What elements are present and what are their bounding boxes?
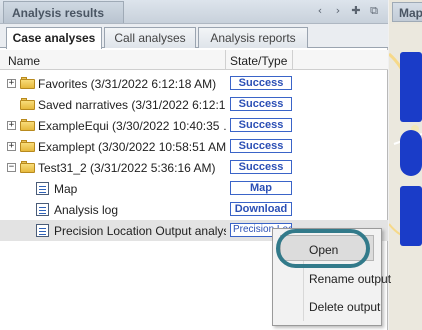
header-icons: ‹ › ✚ ⧉ [314, 4, 380, 18]
column-state-type[interactable]: State/Type [230, 54, 287, 68]
highlight-ring [276, 229, 370, 268]
column-header: Name State/Type [0, 50, 388, 70]
restore-icon[interactable]: ⧉ [368, 4, 380, 18]
tab-call-analyses[interactable]: Call analyses [104, 27, 196, 48]
tree-row-label: ExampleEqui (3/30/2022 10:40:35 … [38, 119, 226, 133]
collapse-icon[interactable]: − [7, 163, 16, 172]
tree-row[interactable]: + ExampleEqui (3/30/2022 10:40:35 … Succ… [0, 115, 388, 136]
panel-title: Analysis results [3, 1, 124, 23]
status-badge[interactable]: Success [230, 97, 292, 111]
expand-icon[interactable]: + [7, 121, 16, 130]
folder-icon [20, 98, 35, 110]
tree-row-label: Test31_2 (3/31/2022 5:36:16 AM) [38, 161, 216, 175]
folder-icon [20, 140, 35, 152]
tree-row[interactable]: Map Map [0, 178, 388, 199]
tree-row[interactable]: Saved narratives (3/31/2022 6:12:1… Succ… [0, 94, 388, 115]
tab-case-analyses[interactable]: Case analyses [6, 27, 102, 49]
zoom-globe-icon[interactable] [400, 130, 422, 176]
column-name[interactable]: Name [8, 54, 40, 68]
type-badge[interactable]: Map [230, 181, 292, 195]
tree-row-label: Examplept (3/30/2022 10:58:51 AM) [38, 140, 226, 154]
chevron-right-icon[interactable]: › [332, 4, 344, 18]
map-tab[interactable]: Map [392, 2, 422, 22]
status-badge[interactable]: Success [230, 160, 292, 174]
tree-row[interactable]: Analysis log Download [0, 199, 388, 220]
menu-item-delete-output[interactable]: Delete output [309, 300, 380, 314]
tree-row[interactable]: + Favorites (3/31/2022 6:12:18 AM) Succe… [0, 73, 388, 94]
output-icon [36, 182, 49, 195]
layers-tool-icon[interactable] [400, 186, 422, 246]
pin-icon[interactable]: ✚ [350, 4, 362, 18]
folder-icon [20, 77, 35, 89]
tree-row-label: Analysis log [54, 203, 119, 217]
status-badge[interactable]: Success [230, 139, 292, 153]
expand-icon[interactable]: + [7, 142, 16, 151]
output-icon [36, 224, 49, 237]
folder-open-icon [20, 161, 35, 173]
tree-row-label: Saved narratives (3/31/2022 6:12:1… [38, 98, 226, 112]
tab-bar: Case analyses Call analyses Analysis rep… [0, 24, 388, 49]
folder-icon [20, 119, 35, 131]
status-badge[interactable]: Success [230, 118, 292, 132]
status-badge[interactable]: Success [230, 76, 292, 90]
tree-row-label: Precision Location Output analysis [54, 224, 226, 238]
panel-header: Analysis results ‹ › ✚ ⧉ [0, 0, 388, 24]
tab-analysis-reports[interactable]: Analysis reports [198, 27, 308, 48]
download-badge[interactable]: Download [230, 202, 292, 216]
expand-icon[interactable]: + [7, 79, 16, 88]
tree-row[interactable]: + Examplept (3/30/2022 10:58:51 AM) Succ… [0, 136, 388, 157]
menu-item-rename-output[interactable]: Rename output [309, 272, 391, 286]
output-icon [36, 203, 49, 216]
tree-row[interactable]: − Test31_2 (3/31/2022 5:36:16 AM) Succes… [0, 157, 388, 178]
pan-control-icon[interactable] [400, 52, 422, 122]
tree-row-label: Map [54, 182, 78, 196]
tree-row-label: Favorites (3/31/2022 6:12:18 AM) [38, 77, 217, 91]
chevron-left-icon[interactable]: ‹ [314, 4, 326, 18]
